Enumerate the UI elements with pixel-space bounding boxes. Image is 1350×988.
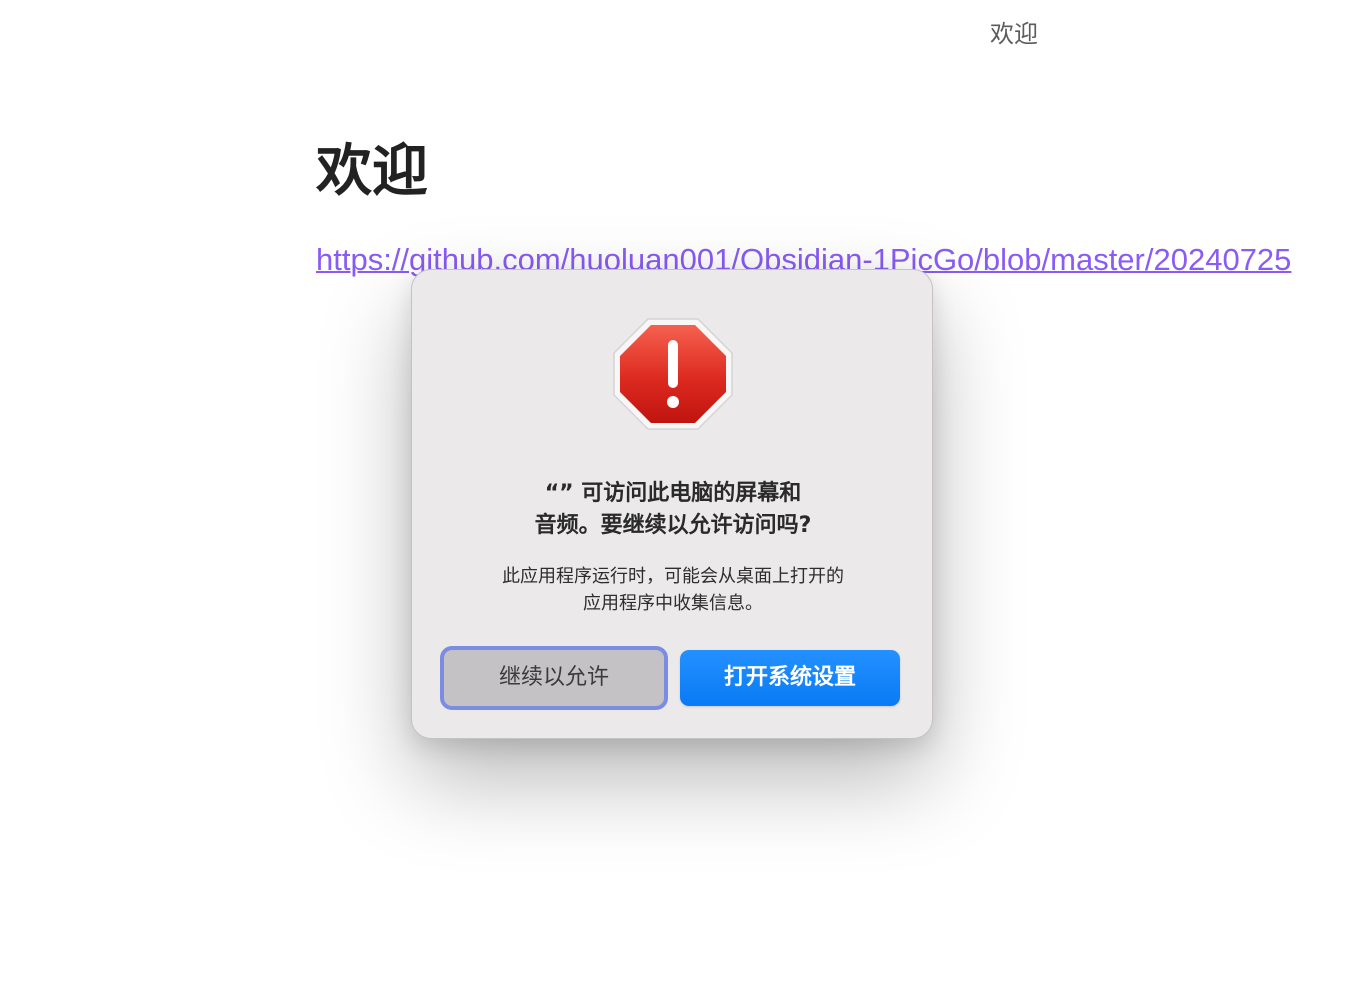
- dialog-title-line: “” 可访问此电脑的屏幕和: [544, 481, 802, 506]
- note-heading: 欢迎: [316, 139, 428, 204]
- tab-title[interactable]: 欢迎: [990, 18, 1038, 50]
- dialog-title: “” 可访问此电脑的屏幕和 音频。要继续以允许访问吗?: [442, 478, 904, 542]
- dialog-message-line: 此应用程序运行时，可能会从桌面上打开的: [502, 566, 844, 587]
- continue-allow-button[interactable]: 继续以允许: [440, 646, 668, 710]
- stop-alert-icon: [613, 318, 733, 430]
- permission-dialog: “” 可访问此电脑的屏幕和 音频。要继续以允许访问吗? 此应用程序运行时，可能会…: [411, 269, 933, 739]
- app-window: 欢迎 欢迎 https://github.com/huoluan001/Obsi…: [0, 0, 1350, 988]
- dialog-message-line: 应用程序中收集信息。: [583, 593, 763, 614]
- dialog-title-line: 音频。要继续以允许访问吗?: [534, 513, 812, 538]
- dialog-message: 此应用程序运行时，可能会从桌面上打开的 应用程序中收集信息。: [442, 563, 904, 617]
- open-system-settings-button[interactable]: 打开系统设置: [680, 650, 900, 706]
